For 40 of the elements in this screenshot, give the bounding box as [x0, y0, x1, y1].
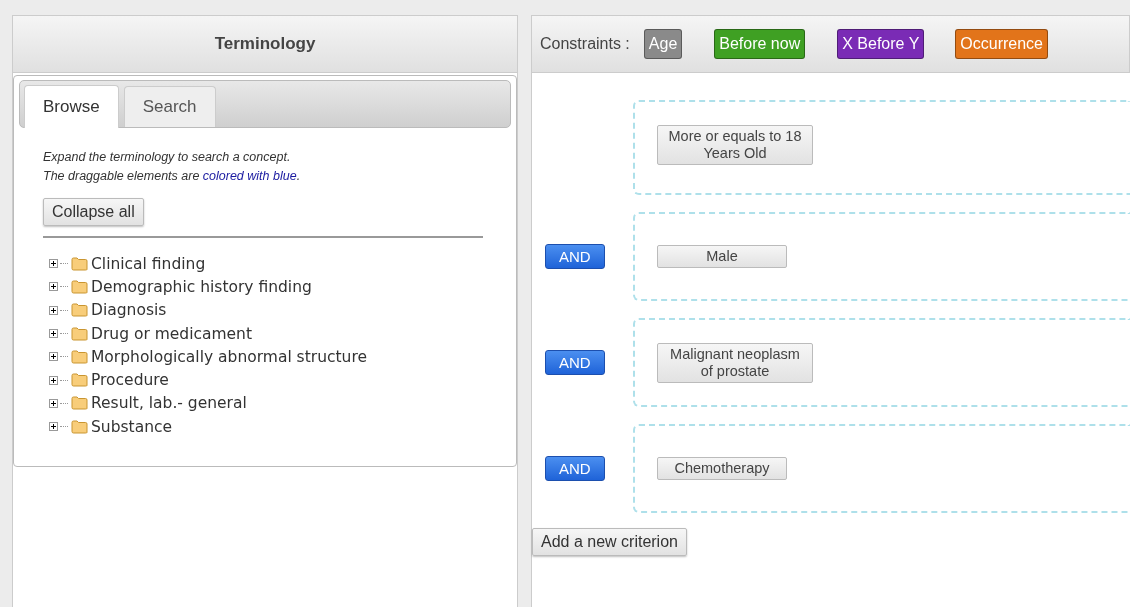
panel-title: Terminology [214, 34, 316, 54]
criterion-item[interactable]: Chemotherapy [657, 457, 787, 480]
folder-icon [71, 326, 88, 341]
collapse-all-button[interactable]: Collapse all [43, 198, 144, 226]
folder-icon [71, 349, 88, 364]
tree-item[interactable]: Drug or medicament [91, 324, 253, 343]
expand-icon[interactable] [49, 422, 58, 432]
folder-icon [71, 256, 88, 271]
add-criterion-button[interactable]: Add a new criterion [532, 528, 687, 556]
expand-icon[interactable] [49, 282, 58, 292]
hint-text: The draggable elements are colored with blue. [43, 168, 302, 185]
folder-icon [71, 396, 88, 411]
folder-icon [71, 303, 88, 318]
criterion-item[interactable]: Male [657, 245, 787, 268]
expand-icon[interactable] [49, 259, 58, 269]
folder-icon [71, 419, 88, 434]
constraints-label: Constraints : [540, 35, 630, 53]
folder-icon [71, 373, 88, 388]
tab[interactable]: Browse [24, 85, 119, 128]
tree-item[interactable]: Procedure [91, 371, 169, 390]
tree-item[interactable]: Clinical finding [91, 254, 206, 273]
tab[interactable]: Search [123, 86, 216, 127]
connector-button[interactable]: AND [545, 456, 605, 481]
expand-icon[interactable] [49, 329, 58, 339]
expand-icon[interactable] [49, 398, 58, 408]
expand-icon[interactable] [49, 375, 58, 385]
connector-button[interactable]: AND [545, 244, 605, 269]
criterion-item[interactable]: More or equals to 18 Years Old [657, 124, 813, 165]
criterion-item[interactable]: Malignant neoplasm of prostate [657, 342, 813, 383]
expand-icon[interactable] [49, 352, 58, 362]
hint-text: Expand the terminology to search a concept. [43, 149, 292, 166]
tree-item[interactable]: Demographic history finding [91, 277, 312, 296]
tree-item[interactable]: Diagnosis [91, 301, 167, 320]
folder-icon [71, 279, 88, 294]
tree-item[interactable]: Result, lab.- general [91, 394, 247, 413]
tree-item[interactable]: Substance [91, 417, 173, 436]
constraint-chip[interactable]: X Before Y [837, 29, 925, 59]
tree-item[interactable]: Morphologically abnormal structure [91, 347, 367, 366]
expand-icon[interactable] [49, 305, 58, 315]
connector-button[interactable]: AND [545, 350, 605, 375]
